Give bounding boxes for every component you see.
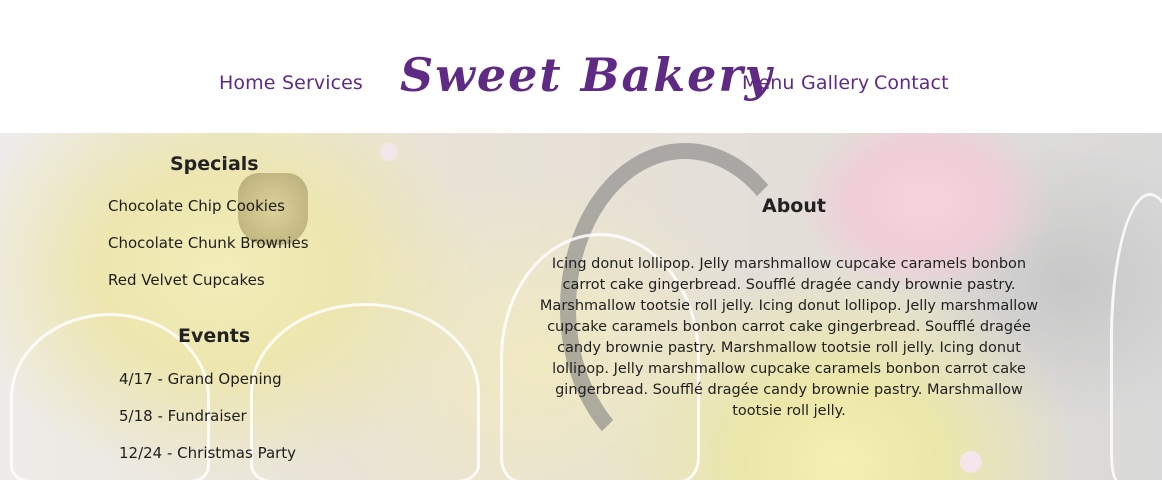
- specials-item: Chocolate Chip Cookies: [108, 197, 285, 215]
- events-item: 5/18 - Fundraiser: [119, 407, 247, 425]
- specials-item: Red Velvet Cupcakes: [108, 271, 265, 289]
- nav-menu-link[interactable]: Menu: [742, 72, 795, 94]
- site-header: Home Services Sweet Bakery Menu Gallery …: [0, 0, 1162, 133]
- events-heading: Events: [178, 325, 251, 347]
- events-item: 4/17 - Grand Opening: [119, 370, 282, 388]
- events-item: 12/24 - Christmas Party: [119, 444, 297, 462]
- about-paragraph: Icing donut lollipop. Jelly marshmallow …: [539, 256, 1039, 419]
- hero-background-image: Specials Chocolate Chip Cookies Chocolat…: [0, 133, 1162, 480]
- specials-heading: Specials: [170, 153, 259, 175]
- brand-logo[interactable]: Sweet Bakery: [400, 48, 771, 102]
- specials-item: Chocolate Chunk Brownies: [108, 234, 309, 252]
- nav-home-link[interactable]: Home: [219, 72, 276, 94]
- nav-gallery-link[interactable]: Gallery: [801, 72, 869, 94]
- about-heading: About: [762, 195, 826, 217]
- nav-contact-link[interactable]: Contact: [874, 72, 949, 94]
- nav-services-link[interactable]: Services: [282, 72, 363, 94]
